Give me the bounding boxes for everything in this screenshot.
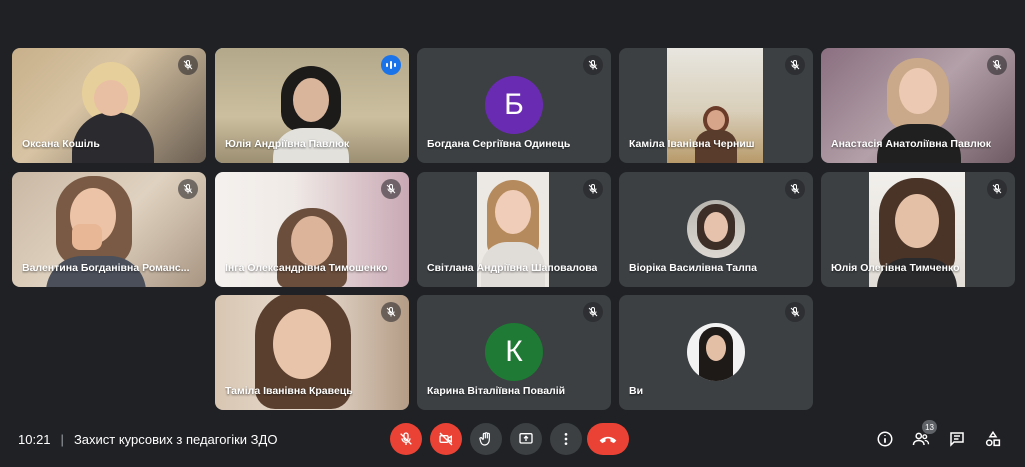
mic-muted-icon	[381, 179, 401, 199]
mic-muted-icon	[785, 179, 805, 199]
meeting-details: 10:21 | Захист курсових з педагогіки ЗДО	[18, 432, 277, 447]
participants-button[interactable]: 13	[911, 420, 937, 449]
participant-tile[interactable]: Юлія Олегівна Тимченко	[821, 172, 1015, 287]
chat-icon	[950, 432, 964, 447]
mic-muted-icon	[583, 302, 603, 322]
participant-name: Каміла Іванівна Черниш	[629, 138, 755, 150]
participant-avatar: К	[485, 323, 543, 381]
mic-muted-icon	[583, 55, 603, 75]
participant-name: Оксана Кошіль	[22, 138, 100, 150]
participant-tile[interactable]: Світлана Андріївна Шаповалова	[417, 172, 611, 287]
mic-muted-icon	[785, 55, 805, 75]
leave-call-button[interactable]	[587, 423, 629, 455]
participant-tile[interactable]: Юлія Андріївна Павлюк	[215, 48, 409, 163]
participant-name: Таміла Іванівна Кравець	[225, 385, 353, 397]
participant-name: Інга Олександрівна Тимошенко	[225, 262, 388, 274]
mic-muted-icon	[583, 179, 603, 199]
mic-muted-icon	[785, 302, 805, 322]
participant-name: Анастасія Анатоліївна Павлюк	[831, 138, 991, 150]
chat-button[interactable]	[947, 429, 967, 449]
camera-toggle-button[interactable]	[430, 423, 462, 455]
participant-tile[interactable]: Віоріка Василівна Талпа	[619, 172, 813, 287]
present-screen-icon	[519, 433, 533, 444]
participant-name: Світлана Андріївна Шаповалова	[427, 262, 598, 274]
participant-name: Віоріка Василівна Талпа	[629, 262, 757, 274]
present-screen-button[interactable]	[510, 423, 542, 455]
participant-name: Богдана Сергіївна Одинець	[427, 138, 571, 150]
participant-tile[interactable]: Валентина Богданівна Романс...	[12, 172, 206, 287]
participant-name: Валентина Богданівна Романс...	[22, 262, 190, 274]
speaking-indicator-icon	[381, 55, 401, 75]
end-call-icon	[599, 436, 617, 444]
activities-icon	[985, 430, 1001, 447]
participant-name: Юлія Олегівна Тимченко	[831, 262, 960, 274]
more-options-icon	[564, 433, 568, 445]
mic-muted-icon	[987, 55, 1007, 75]
participant-tile[interactable]: Анастасія Анатоліївна Павлюк	[821, 48, 1015, 163]
meeting-title: Захист курсових з педагогіки ЗДО	[73, 432, 278, 447]
participant-tile[interactable]: Таміла Іванівна Кравець	[215, 295, 409, 410]
participant-tile[interactable]: Б Богдана Сергіївна Одинець	[417, 48, 611, 163]
bottom-toolbar: 10:21 | Захист курсових з педагогіки ЗДО…	[0, 418, 1025, 462]
mic-muted-icon	[178, 179, 198, 199]
raise-hand-icon	[479, 432, 490, 446]
meeting-time: 10:21	[18, 432, 51, 447]
mic-muted-icon	[178, 55, 198, 75]
raise-hand-button[interactable]	[470, 423, 502, 455]
separator: |	[60, 432, 64, 447]
participant-tile[interactable]: К Карина Віталіївна Повалій	[417, 295, 611, 410]
participant-avatar	[687, 323, 745, 381]
participant-name: Ви	[629, 385, 644, 397]
mic-muted-icon	[987, 179, 1007, 199]
participant-tile[interactable]: Каміла Іванівна Черниш	[619, 48, 813, 163]
mic-muted-icon	[381, 302, 401, 322]
info-icon	[877, 431, 893, 447]
participant-name: Карина Віталіївна Повалій	[427, 385, 566, 397]
participants-count-badge: 13	[922, 420, 937, 434]
mic-off-icon	[400, 432, 412, 445]
participant-avatar: Б	[485, 76, 543, 134]
more-options-button[interactable]	[550, 423, 582, 455]
participant-name: Юлія Андріївна Павлюк	[225, 138, 350, 150]
activities-button[interactable]	[983, 429, 1003, 449]
participant-tile[interactable]: Оксана Кошіль	[12, 48, 206, 163]
meeting-info-button[interactable]	[875, 429, 895, 449]
participant-tile[interactable]: Інга Олександрівна Тимошенко	[215, 172, 409, 287]
participant-avatar	[687, 200, 745, 258]
mic-toggle-button[interactable]	[390, 423, 422, 455]
participant-tile[interactable]: Ви	[619, 295, 813, 410]
camera-off-icon	[439, 432, 453, 446]
